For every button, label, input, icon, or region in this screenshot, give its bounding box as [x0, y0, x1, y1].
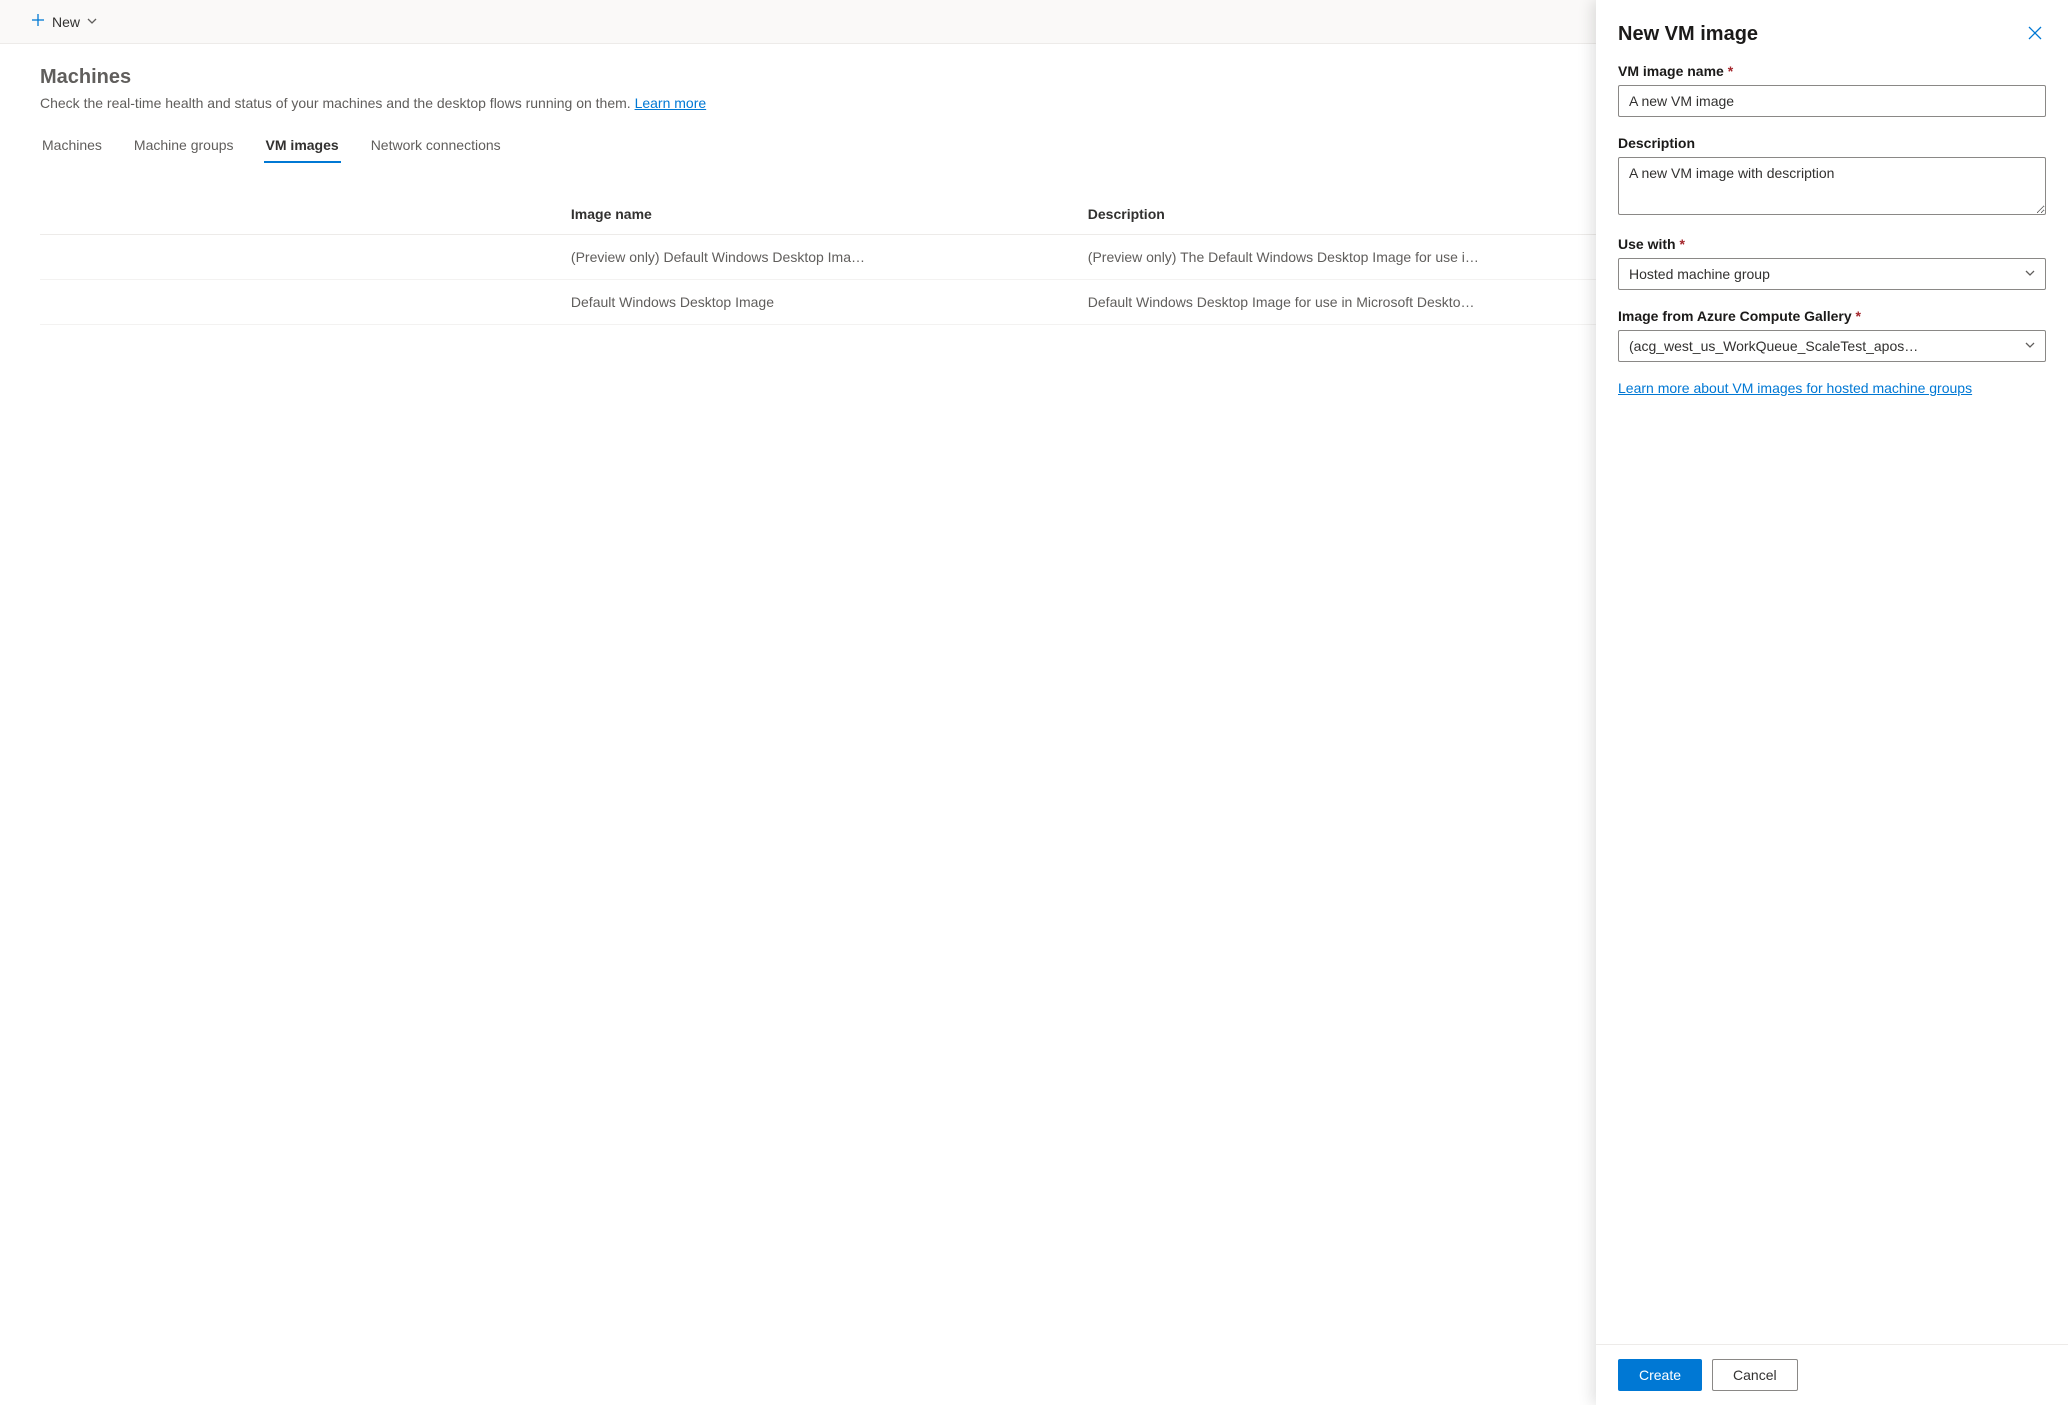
- vm-image-name-input[interactable]: [1618, 85, 2046, 117]
- field-name: VM image name *: [1618, 63, 2046, 117]
- gallery-select[interactable]: (acg_west_us_WorkQueue_ScaleTest_apos…: [1618, 330, 2046, 362]
- table-header-name[interactable]: Image name: [557, 194, 1074, 235]
- new-button-label: New: [52, 14, 80, 30]
- table-cell-select[interactable]: [40, 235, 557, 280]
- field-description-label: Description: [1618, 135, 2046, 151]
- field-description: Description: [1618, 135, 2046, 218]
- page-subtitle-text: Check the real-time health and status of…: [40, 95, 635, 111]
- tab-machine-groups[interactable]: Machine groups: [132, 129, 236, 163]
- table-header-select: [40, 194, 557, 235]
- tab-vm-images[interactable]: VM images: [264, 129, 341, 163]
- tab-machines[interactable]: Machines: [40, 129, 104, 163]
- table-cell-name: (Preview only) Default Windows Desktop I…: [557, 235, 1074, 280]
- field-name-label: VM image name *: [1618, 63, 2046, 79]
- panel-header: New VM image: [1596, 0, 2068, 57]
- create-button[interactable]: Create: [1618, 1359, 1702, 1391]
- learn-more-vm-images-link[interactable]: Learn more about VM images for hosted ma…: [1618, 380, 1972, 396]
- chevron-down-icon: [86, 14, 98, 30]
- close-button[interactable]: [2024, 22, 2046, 47]
- panel-title: New VM image: [1618, 23, 1758, 46]
- new-button[interactable]: New: [24, 8, 104, 35]
- field-gallery-label: Image from Azure Compute Gallery *: [1618, 308, 2046, 324]
- table-cell-description: Default Windows Desktop Image for use in…: [1074, 280, 1591, 325]
- close-icon: [2028, 28, 2042, 43]
- panel-body: VM image name * Description Use with * H…: [1596, 57, 2068, 1344]
- panel-footer: Create Cancel: [1596, 1344, 2068, 1405]
- cancel-button[interactable]: Cancel: [1712, 1359, 1798, 1391]
- table-cell-description: (Preview only) The Default Windows Deskt…: [1074, 235, 1591, 280]
- table-cell-name: Default Windows Desktop Image: [557, 280, 1074, 325]
- new-vm-image-panel: New VM image VM image name * Description: [1596, 0, 2068, 1405]
- field-use-with: Use with * Hosted machine group: [1618, 236, 2046, 290]
- table-cell-select[interactable]: [40, 280, 557, 325]
- use-with-select[interactable]: Hosted machine group: [1618, 258, 2046, 290]
- description-input[interactable]: [1618, 157, 2046, 215]
- required-asterisk: *: [1728, 63, 1733, 79]
- tab-network-connections[interactable]: Network connections: [369, 129, 503, 163]
- plus-icon: [30, 12, 46, 31]
- field-use-with-label: Use with *: [1618, 236, 2046, 252]
- required-asterisk: *: [1679, 236, 1684, 252]
- learn-more-link[interactable]: Learn more: [635, 95, 707, 111]
- field-gallery: Image from Azure Compute Gallery * (acg_…: [1618, 308, 2046, 362]
- table-header-description[interactable]: Description: [1074, 194, 1591, 235]
- required-asterisk: *: [1856, 308, 1861, 324]
